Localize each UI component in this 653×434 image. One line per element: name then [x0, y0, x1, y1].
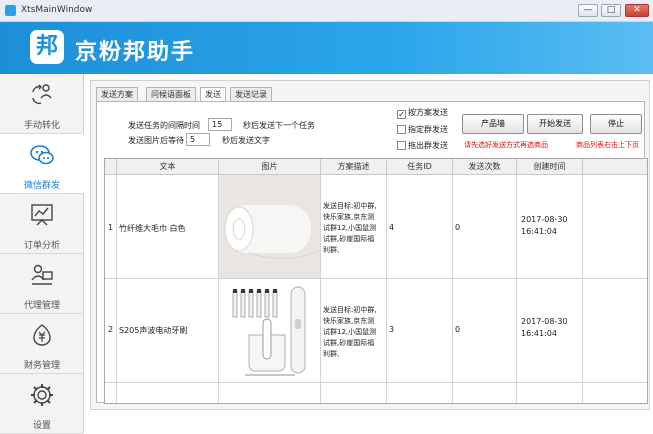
warning-select-method: 请先选好发送方式再选商品 [464, 141, 548, 149]
sidebar-item-finance[interactable]: 财务管理 [0, 314, 84, 374]
col-header-desc[interactable]: 方案描述 [321, 159, 387, 175]
sidebar-item-settings[interactable]: 设置 [0, 374, 84, 434]
row-created-time: 16:41:04 [521, 329, 557, 338]
tab-send-records[interactable]: 发送记录 [230, 87, 272, 101]
warning-list-hint: 商品列表右击上下页 [576, 141, 639, 149]
window-title: XtsMainWindow [21, 5, 93, 15]
toothbrush-image [219, 279, 321, 383]
product-library-button[interactable]: 产品墙 [462, 114, 524, 134]
row-send-count: 0 [455, 223, 461, 232]
image-wait-suffix: 秒后发送文字 [222, 136, 270, 145]
wechat-icon [30, 145, 54, 165]
row-task-id: 4 [389, 223, 395, 232]
sidebar-item-agent-management[interactable]: 代理管理 [0, 254, 84, 314]
sidebar-item-label: 代理管理 [23, 301, 60, 311]
tab-greeting-panel[interactable]: 问候语面板 [146, 87, 196, 101]
start-send-button[interactable]: 开始发送 [527, 114, 583, 134]
maximize-button[interactable]: □ [601, 4, 621, 17]
tab-send[interactable]: 发送 [200, 87, 226, 102]
row-text: S205声波电动牙刷 [119, 326, 188, 335]
image-wait-input[interactable]: 5 [186, 133, 210, 146]
stop-button[interactable]: 停止 [590, 114, 642, 134]
towel-image-graphic [219, 175, 320, 278]
row-index: 1 [108, 223, 114, 232]
col-header-text[interactable]: 文本 [117, 159, 219, 175]
settings-icon [31, 384, 53, 406]
sidebar-item-label: 手动转化 [23, 121, 60, 131]
row-send-count: 0 [455, 325, 461, 334]
sidebar-item-label: 订单分析 [23, 241, 60, 251]
col-header-task-id[interactable]: 任务ID [387, 159, 453, 175]
specific-group-checkbox[interactable]: 指定群发送 [397, 124, 448, 135]
sidebar: 手动转化 微信群发 订单分析 代理管理 财务管理 设置 [0, 74, 84, 434]
interval-label: 发送任务的间隔时间 [128, 121, 200, 130]
app-icon [5, 5, 16, 16]
tab-send-plan[interactable]: 发送方案 [96, 87, 138, 101]
row-created-date: 2017-08-30 [521, 317, 568, 326]
app-logo: 邦 [30, 30, 64, 64]
sidebar-item-label: 财务管理 [23, 361, 60, 371]
sidebar-item-manual-convert[interactable]: 手动转化 [0, 74, 84, 134]
row-text: 竹纤维大毛巾 白色 [119, 224, 186, 233]
row-task-id: 3 [389, 325, 395, 334]
col-header-created[interactable]: 创建时间 [517, 159, 583, 175]
window-titlebar: XtsMainWindow — □ ✕ [0, 0, 653, 22]
interval-input[interactable]: 15 [208, 118, 232, 131]
chart-icon [31, 204, 53, 226]
by-plan-checkbox[interactable]: ✓ 按方案发送 [397, 107, 448, 119]
row-desc: 发送目标:初中群,快乐家族,京东测试群12,小国鼠测试群,砂崖国际福利群, [323, 306, 377, 358]
towel-image [219, 175, 321, 279]
col-header-image[interactable]: 图片 [219, 159, 321, 175]
interval-suffix: 秒后发送下一个任务 [243, 121, 315, 130]
sidebar-item-wechat-broadcast[interactable]: 微信群发 [0, 134, 84, 194]
sidebar-item-label: 设置 [32, 421, 51, 431]
row-index: 2 [108, 325, 114, 334]
row-created-time: 16:41:04 [521, 227, 557, 236]
col-header-send-count[interactable]: 发送次数 [453, 159, 517, 175]
image-wait-label: 发送图片后等待 [128, 136, 184, 145]
transform-icon [32, 84, 52, 105]
close-button[interactable]: ✕ [625, 4, 649, 17]
brand-title: 京粉邦助手 [75, 40, 196, 65]
task-table[interactable]: 文本 图片 方案描述 任务ID 发送次数 创建时间 1 竹纤维大毛巾 白色 发送… [104, 158, 648, 404]
header-banner: 邦 京粉邦助手 [0, 22, 653, 74]
finance-icon [33, 324, 51, 346]
row-desc: 发送目标:初中群,快乐家族,京东测试群12,小国鼠测试群,砂崖国际福利群, [323, 202, 377, 254]
sidebar-item-order-analysis[interactable]: 订单分析 [0, 194, 84, 254]
agent-icon [31, 264, 53, 285]
pick-group-checkbox[interactable]: 拖出群发送 [397, 140, 448, 151]
toothbrush-image-graphic [219, 279, 320, 382]
minimize-button[interactable]: — [578, 4, 598, 17]
sidebar-item-label: 微信群发 [23, 181, 60, 191]
checkmark-icon: ✓ [397, 110, 406, 119]
row-created-date: 2017-08-30 [521, 215, 568, 224]
